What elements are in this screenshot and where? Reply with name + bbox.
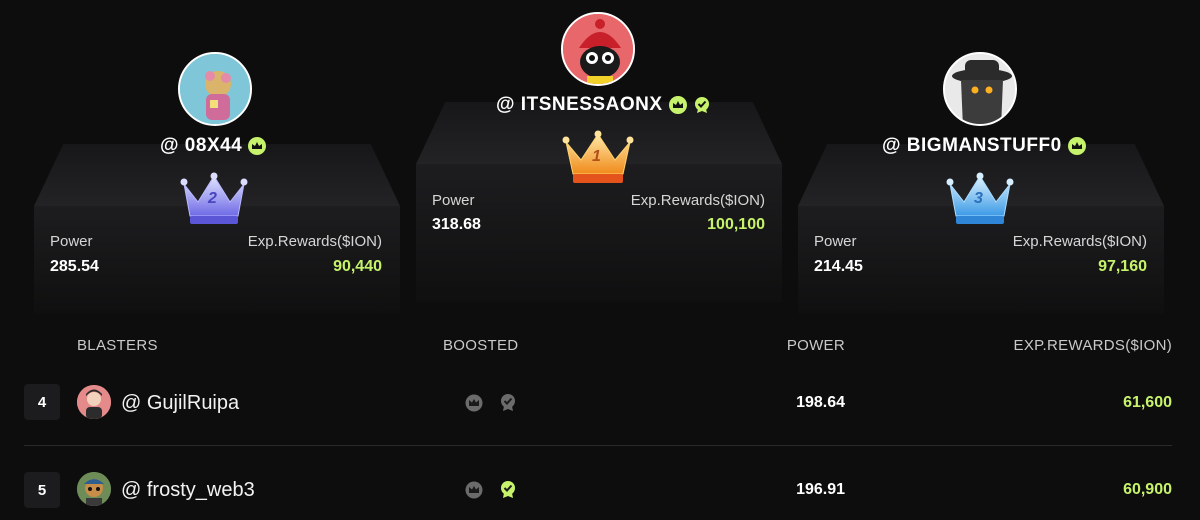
row-divider	[24, 445, 1172, 446]
silver-crown-rank: 2	[208, 190, 217, 207]
podium-first-handle[interactable]: @ ITSNESSAONX	[496, 94, 711, 116]
row-power: 198.64	[796, 394, 845, 411]
row-handle[interactable]: @ GujilRuipa	[121, 392, 239, 415]
row-rewards: 61,600	[1123, 394, 1172, 411]
podium-second-rewards-label: Exp.Rewards($ION)	[247, 233, 382, 250]
podium-third-handle[interactable]: @ BIGMANSTUFF0	[882, 135, 1086, 157]
podium-third-power: 214.45	[814, 258, 863, 275]
podium-first-power: 318.68	[432, 216, 481, 233]
avatar-second[interactable]	[178, 52, 252, 126]
podium-first-handle-text: @ ITSNESSAONX	[496, 94, 663, 115]
podium-second	[34, 144, 400, 314]
header-rewards[interactable]: EXP.REWARDS($ION)	[1014, 337, 1172, 354]
crown-badge-icon	[1067, 137, 1086, 155]
crown-boost-icon	[465, 394, 483, 412]
podium-third	[798, 144, 1164, 314]
podium-first-rewards: 100,100	[707, 216, 765, 233]
verified-boost-icon	[499, 480, 517, 498]
podium-third-power-label: Power	[814, 233, 857, 250]
row-power: 196.91	[796, 481, 845, 498]
row-avatar[interactable]	[77, 472, 111, 506]
podium-second-handle[interactable]: @ 08X44	[160, 135, 267, 157]
podium-first-rewards-label: Exp.Rewards($ION)	[630, 192, 765, 209]
avatar-first[interactable]	[561, 12, 635, 86]
table-row[interactable]: 5 @ frosty_web3 196.91 60,900	[0, 460, 1200, 520]
podium-third-handle-text: @ BIGMANSTUFF0	[882, 135, 1062, 156]
crown-badge-icon	[668, 96, 687, 114]
crown-badge-icon	[248, 137, 267, 155]
podium-second-rewards: 90,440	[333, 258, 382, 275]
podium-first-power-label: Power	[432, 192, 475, 209]
header-boosted[interactable]: BOOSTED	[443, 337, 518, 354]
verified-badge-icon	[693, 96, 711, 114]
gold-crown-rank: 1	[592, 148, 601, 165]
podium-second-power-label: Power	[50, 233, 93, 250]
row-rewards: 60,900	[1123, 481, 1172, 498]
blue-crown-rank: 3	[974, 190, 983, 207]
podium-second-power: 285.54	[50, 258, 99, 275]
podium-third-rewards-label: Exp.Rewards($ION)	[1012, 233, 1147, 250]
podium-second-handle-text: @ 08X44	[160, 135, 243, 156]
avatar-third[interactable]	[943, 52, 1017, 126]
table-row[interactable]: 4 @ GujilRuipa 198.64 61,600	[0, 372, 1200, 432]
verified-boost-icon	[499, 393, 517, 411]
row-rank: 4	[24, 384, 60, 420]
row-avatar[interactable]	[77, 385, 111, 419]
row-handle[interactable]: @ frosty_web3	[121, 479, 255, 502]
row-rank: 5	[24, 472, 60, 508]
header-blasters[interactable]: BLASTERS	[77, 337, 158, 354]
header-power[interactable]: POWER	[787, 337, 845, 354]
crown-boost-icon	[465, 481, 483, 499]
podium-third-rewards: 97,160	[1098, 258, 1147, 275]
